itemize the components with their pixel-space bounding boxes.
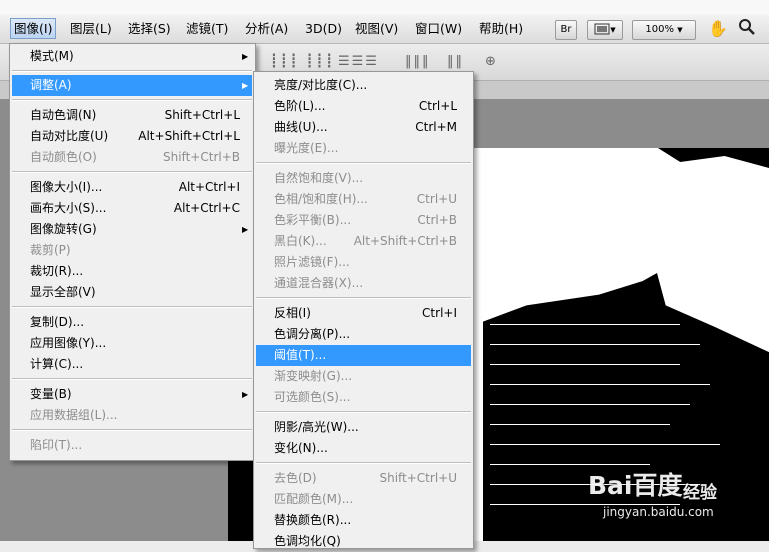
menu-item-crop[interactable]: 裁剪(P) xyxy=(12,240,252,261)
menu-separator xyxy=(256,162,471,164)
menu-select[interactable]: 选择(S) xyxy=(125,19,174,38)
menu-item-adjustments[interactable]: 调整(A) ▶ xyxy=(12,75,252,96)
menu-separator xyxy=(12,99,252,101)
adjustments-submenu: 亮度/对比度(C)... 色阶(L)... Ctrl+L 曲线(U)... Ctrl… xyxy=(253,71,474,549)
hand-tool-icon[interactable]: ✋ xyxy=(708,19,728,38)
menu-item-variables[interactable]: 变量(B) ▶ xyxy=(12,384,252,405)
menu-item-auto-contrast[interactable]: 自动对比度(U) Alt+Shift+Ctrl+L xyxy=(12,126,252,147)
menu-item-channel-mixer[interactable]: 通道混合器(X)... xyxy=(256,273,471,294)
menu-item-replace-color[interactable]: 替换颜色(R)... xyxy=(256,510,471,531)
menu-item-levels[interactable]: 色阶(L)... Ctrl+L xyxy=(256,96,471,117)
menu-item-selective-color[interactable]: 可选颜色(S)... xyxy=(256,387,471,408)
menu-3d[interactable]: 3D(D) xyxy=(302,19,345,38)
menu-item-exposure[interactable]: 曝光度(E)... xyxy=(256,138,471,159)
menu-item-black-white[interactable]: 黑白(K)... Alt+Shift+Ctrl+B xyxy=(256,231,471,252)
menu-item-auto-tone[interactable]: 自动色调(N) Shift+Ctrl+L xyxy=(12,105,252,126)
menu-separator xyxy=(12,306,252,308)
screen-mode-button[interactable]: ▼ xyxy=(587,20,623,40)
menu-separator xyxy=(256,411,471,413)
menu-analysis[interactable]: 分析(A) xyxy=(242,19,291,38)
zoom-tool-icon[interactable] xyxy=(738,18,756,39)
auto-align-icon[interactable]: ⊕ xyxy=(485,54,498,69)
submenu-arrow-icon: ▶ xyxy=(242,225,249,234)
menu-separator xyxy=(256,297,471,299)
menu-item-trap[interactable]: 陷印(T)... xyxy=(12,435,252,456)
menu-help[interactable]: 帮助(H) xyxy=(476,19,526,38)
film-strip-icon xyxy=(594,23,610,35)
menu-item-color-balance[interactable]: 色彩平衡(B)... Ctrl+B xyxy=(256,210,471,231)
menu-image[interactable]: 图像(I) xyxy=(10,18,57,39)
menu-item-match-color[interactable]: 匹配颜色(M)... xyxy=(256,489,471,510)
menu-layer[interactable]: 图层(L) xyxy=(67,19,115,38)
bridge-button[interactable]: Br xyxy=(555,20,577,40)
distribute-icons[interactable]: ☰☰☰ xyxy=(338,54,379,69)
baidu-watermark-logo: Bai百度 xyxy=(588,471,683,500)
zoom-level-select[interactable]: 100% ▼ xyxy=(632,20,696,40)
menu-item-posterize[interactable]: 色调分离(P)... xyxy=(256,324,471,345)
title-strip xyxy=(0,0,769,15)
baidu-watermark-brand: 经验 xyxy=(683,483,717,503)
menu-separator xyxy=(12,378,252,380)
menu-item-curves[interactable]: 曲线(U)... Ctrl+M xyxy=(256,117,471,138)
menu-item-calculations[interactable]: 计算(C)... xyxy=(12,354,252,375)
menu-window[interactable]: 窗口(W) xyxy=(412,19,465,38)
distribute-h-icons[interactable]: ‖‖‖ xyxy=(405,54,431,69)
menu-separator xyxy=(12,429,252,431)
menu-item-shadows-highlights[interactable]: 阴影/高光(W)... xyxy=(256,417,471,438)
menu-separator xyxy=(12,70,252,72)
image-menu: 模式(M) ▶ 调整(A) ▶ 自动色调(N) Shift+Ctrl+L 自动对比度(… xyxy=(9,43,256,461)
menu-item-vibrance[interactable]: 自然饱和度(V)... xyxy=(256,168,471,189)
menu-item-variations[interactable]: 变化(N)... xyxy=(256,438,471,459)
baidu-watermark-url: jingyan.baidu.com xyxy=(603,505,714,519)
menu-view[interactable]: 视图(V) xyxy=(352,19,401,38)
menu-separator xyxy=(256,462,471,464)
chevron-down-icon: ▼ xyxy=(677,26,683,34)
menu-item-apply-data-set[interactable]: 应用数据组(L)... xyxy=(12,405,252,426)
menu-item-hue-saturation[interactable]: 色相/饱和度(H)... Ctrl+U xyxy=(256,189,471,210)
zoom-level-value: 100% xyxy=(645,24,674,35)
submenu-arrow-icon: ▶ xyxy=(242,81,249,90)
menu-item-desaturate[interactable]: 去色(D) Shift+Ctrl+U xyxy=(256,468,471,489)
menu-item-brightness-contrast[interactable]: 亮度/对比度(C)... xyxy=(256,75,471,96)
menu-item-invert[interactable]: 反相(I) Ctrl+I xyxy=(256,303,471,324)
menu-item-image-size[interactable]: 图像大小(I)... Alt+Ctrl+I xyxy=(12,177,252,198)
menu-item-auto-color[interactable]: 自动颜色(O) Shift+Ctrl+B xyxy=(12,147,252,168)
menu-item-image-rotation[interactable]: 图像旋转(G) ▶ xyxy=(12,219,252,240)
menu-filter[interactable]: 滤镜(T) xyxy=(183,19,231,38)
menu-item-trim[interactable]: 裁切(R)... xyxy=(12,261,252,282)
menu-item-photo-filter[interactable]: 照片滤镜(F)... xyxy=(256,252,471,273)
menu-item-gradient-map[interactable]: 渐变映射(G)... xyxy=(256,366,471,387)
menu-bar: 图像(I) 图层(L) 选择(S) 滤镜(T) 分析(A) 3D(D) 视图(V… xyxy=(0,14,769,44)
align-icons[interactable]: ┋┋┋ ┋┋┋ xyxy=(270,54,335,69)
menu-item-threshold[interactable]: 阈值(T)... xyxy=(256,345,471,366)
menu-item-reveal-all[interactable]: 显示全部(V) xyxy=(12,282,252,303)
menu-item-equalize[interactable]: 色调均化(Q) xyxy=(256,531,471,552)
menu-item-apply-image[interactable]: 应用图像(Y)... xyxy=(12,333,252,354)
chevron-down-icon: ▼ xyxy=(610,26,616,34)
menu-separator xyxy=(12,171,252,173)
distribute-v-icons[interactable]: ‖‖ xyxy=(447,54,464,69)
menu-item-duplicate[interactable]: 复制(D)... xyxy=(12,312,252,333)
menu-item-canvas-size[interactable]: 画布大小(S)... Alt+Ctrl+C xyxy=(12,198,252,219)
submenu-arrow-icon: ▶ xyxy=(242,390,249,399)
menu-item-mode[interactable]: 模式(M) ▶ xyxy=(12,46,252,67)
submenu-arrow-icon: ▶ xyxy=(242,52,249,61)
